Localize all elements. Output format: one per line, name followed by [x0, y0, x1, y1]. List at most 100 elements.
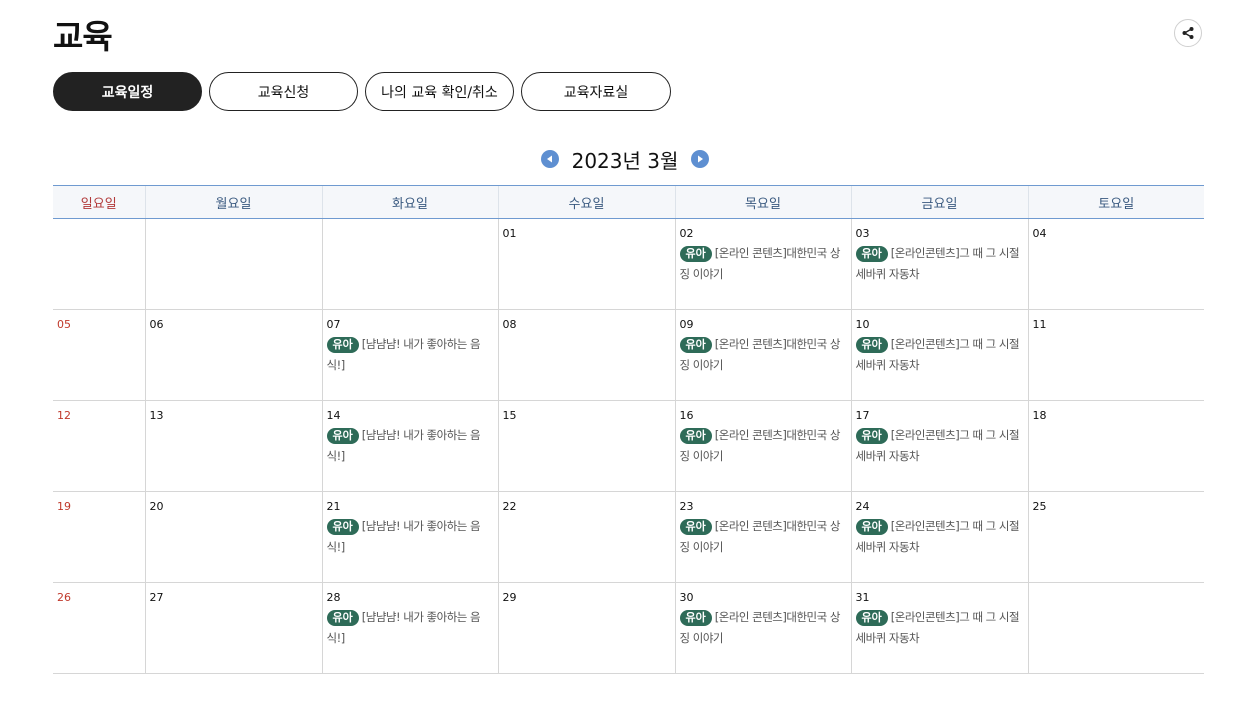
day-cell: 11 — [1027, 309, 1204, 401]
category-badge: 유아 — [326, 428, 359, 444]
weekday-header-fri: 금요일 — [850, 185, 1028, 219]
event-link[interactable]: 유아 [온라인 콘텐츠]대한민국 상징 이야기 — [679, 243, 851, 285]
prev-month-icon — [546, 155, 552, 163]
day-number: 10 — [855, 318, 870, 331]
page-title: 교육 — [53, 17, 113, 56]
category-badge: 유아 — [326, 337, 359, 353]
day-number: 11 — [1032, 318, 1047, 331]
day-cell: 20 — [144, 491, 322, 583]
event-link[interactable]: 유아 [온라인 콘텐츠]대한민국 상징 이야기 — [679, 334, 851, 376]
day-cell: 22 — [497, 491, 675, 583]
day-number: 15 — [502, 409, 517, 422]
weekday-header-sun: 일요일 — [53, 185, 145, 219]
tab-education-schedule[interactable]: 교육일정 — [53, 72, 202, 111]
event-link[interactable]: 유아 [온라인콘텐츠]그 때 그 시절 세바퀴 자동차 — [855, 425, 1028, 467]
day-cell: 15 — [497, 400, 675, 492]
event-link[interactable]: 유아 [온라인콘텐츠]그 때 그 시절 세바퀴 자동차 — [855, 334, 1028, 376]
share-icon — [1182, 27, 1194, 39]
event-link[interactable]: 유아 [온라인 콘텐츠]대한민국 상징 이야기 — [679, 425, 851, 467]
category-badge: 유아 — [855, 428, 888, 444]
day-number: 03 — [855, 227, 870, 240]
day-cell: 21 유아 [냠냠냠! 내가 좋아하는 음식!] — [321, 491, 498, 583]
day-number: 23 — [679, 500, 694, 513]
category-badge: 유아 — [855, 519, 888, 535]
week-row: 12 13 14 유아 [냠냠냠! 내가 좋아하는 음식!] 15 16 유아 [온라인 콘텐츠… — [53, 400, 1204, 492]
event-link[interactable]: 유아 [냠냠냠! 내가 좋아하는 음식!] — [326, 425, 498, 467]
next-month-button[interactable] — [691, 150, 710, 168]
day-cell: 08 — [497, 309, 675, 401]
category-badge: 유아 — [679, 519, 712, 535]
day-number: 31 — [855, 591, 870, 604]
tab-education-apply[interactable]: 교육신청 — [209, 72, 358, 111]
day-number: 01 — [502, 227, 517, 240]
day-cell: 05 — [53, 309, 145, 401]
day-number: 04 — [1032, 227, 1047, 240]
category-badge: 유아 — [679, 610, 712, 626]
day-cell: 09 유아 [온라인 콘텐츠]대한민국 상징 이야기 — [674, 309, 851, 401]
weekday-header-thu: 목요일 — [674, 185, 851, 219]
prev-month-button[interactable] — [540, 150, 559, 168]
day-cell: 24 유아 [온라인콘텐츠]그 때 그 시절 세바퀴 자동차 — [850, 491, 1028, 583]
category-badge: 유아 — [855, 246, 888, 262]
next-month-icon — [698, 155, 704, 163]
event-link[interactable]: 유아 [온라인콘텐츠]그 때 그 시절 세바퀴 자동차 — [855, 607, 1028, 649]
event-link[interactable]: 유아 [온라인콘텐츠]그 때 그 시절 세바퀴 자동차 — [855, 243, 1028, 285]
tab-my-education[interactable]: 나의 교육 확인/취소 — [365, 72, 514, 111]
tab-bar: 교육일정 교육신청 나의 교육 확인/취소 교육자료실 — [53, 72, 678, 111]
day-number: 08 — [502, 318, 517, 331]
day-number: 27 — [149, 591, 164, 604]
day-cell: 14 유아 [냠냠냠! 내가 좋아하는 음식!] — [321, 400, 498, 492]
day-number: 20 — [149, 500, 164, 513]
weekday-header-mon: 월요일 — [144, 185, 322, 219]
day-cell: 31 유아 [온라인콘텐츠]그 때 그 시절 세바퀴 자동차 — [850, 582, 1028, 674]
event-link[interactable]: 유아 [냠냠냠! 내가 좋아하는 음식!] — [326, 516, 498, 558]
day-cell: 12 — [53, 400, 145, 492]
share-button[interactable] — [1174, 19, 1202, 47]
weekday-header-row: 일요일 월요일 화요일 수요일 목요일 금요일 토요일 — [53, 185, 1204, 219]
day-cell: 03 유아 [온라인콘텐츠]그 때 그 시절 세바퀴 자동차 — [850, 218, 1028, 310]
day-cell — [321, 218, 498, 310]
day-cell: 25 — [1027, 491, 1204, 583]
category-badge: 유아 — [855, 610, 888, 626]
event-link[interactable]: 유아 [냠냠냠! 내가 좋아하는 음식!] — [326, 607, 498, 649]
week-row: 19 20 21 유아 [냠냠냠! 내가 좋아하는 음식!] 22 23 유아 [온라인 콘텐츠… — [53, 491, 1204, 583]
calendar-table: 일요일 월요일 화요일 수요일 목요일 금요일 토요일 01 02 유아 [온라인 콘… — [53, 185, 1204, 674]
day-cell: 27 — [144, 582, 322, 674]
event-link[interactable]: 유아 [온라인콘텐츠]그 때 그 시절 세바퀴 자동차 — [855, 516, 1028, 558]
day-cell: 06 — [144, 309, 322, 401]
day-number: 14 — [326, 409, 341, 422]
day-cell: 26 — [53, 582, 145, 674]
day-cell — [144, 218, 322, 310]
day-cell: 18 — [1027, 400, 1204, 492]
day-number: 06 — [149, 318, 164, 331]
day-number: 30 — [679, 591, 694, 604]
category-badge: 유아 — [855, 337, 888, 353]
day-number: 28 — [326, 591, 341, 604]
day-cell: 23 유아 [온라인 콘텐츠]대한민국 상징 이야기 — [674, 491, 851, 583]
category-badge: 유아 — [326, 519, 359, 535]
week-row: 26 27 28 유아 [냠냠냠! 내가 좋아하는 음식!] 29 30 유아 [온라인 콘텐츠… — [53, 582, 1204, 674]
day-number: 12 — [57, 409, 71, 422]
day-number: 24 — [855, 500, 870, 513]
day-cell: 16 유아 [온라인 콘텐츠]대한민국 상징 이야기 — [674, 400, 851, 492]
week-row: 05 06 07 유아 [냠냠냠! 내가 좋아하는 음식!] 08 09 유아 [온라인 콘텐츠… — [53, 309, 1204, 401]
day-cell: 17 유아 [온라인콘텐츠]그 때 그 시절 세바퀴 자동차 — [850, 400, 1028, 492]
day-number: 05 — [57, 318, 71, 331]
event-link[interactable]: 유아 [온라인 콘텐츠]대한민국 상징 이야기 — [679, 516, 851, 558]
category-badge: 유아 — [679, 246, 712, 262]
month-title: 2023년 3월 — [571, 148, 679, 173]
day-number: 09 — [679, 318, 694, 331]
day-number: 02 — [679, 227, 694, 240]
day-number: 17 — [855, 409, 870, 422]
event-link[interactable]: 유아 [온라인 콘텐츠]대한민국 상징 이야기 — [679, 607, 851, 649]
day-number: 21 — [326, 500, 341, 513]
day-number: 22 — [502, 500, 517, 513]
weekday-header-wed: 수요일 — [497, 185, 675, 219]
day-cell: 07 유아 [냠냠냠! 내가 좋아하는 음식!] — [321, 309, 498, 401]
day-number: 13 — [149, 409, 164, 422]
tab-education-materials[interactable]: 교육자료실 — [521, 72, 671, 111]
event-link[interactable]: 유아 [냠냠냠! 내가 좋아하는 음식!] — [326, 334, 498, 376]
day-cell: 13 — [144, 400, 322, 492]
weekday-header-tue: 화요일 — [321, 185, 498, 219]
day-cell: 01 — [497, 218, 675, 310]
